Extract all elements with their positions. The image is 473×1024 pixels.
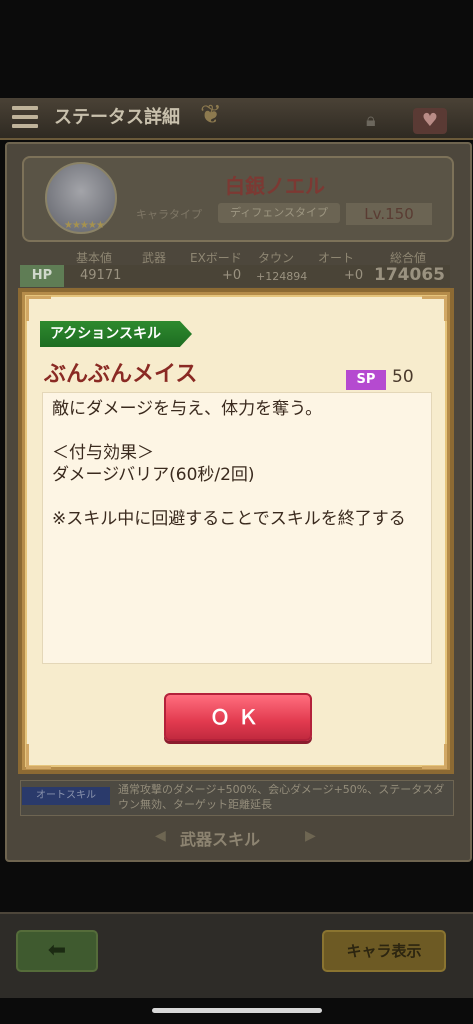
auto-skill-label: オートスキル <box>22 787 110 805</box>
stat-header-weapon: 武器 <box>142 251 167 265</box>
dialog-corner-ornament <box>422 744 447 769</box>
stat-header-total: 総合値 <box>390 251 427 265</box>
hp-base: 49171 <box>80 268 122 283</box>
page-title: ステータス詳細 <box>54 107 180 128</box>
stat-header-auto: オート <box>318 251 355 265</box>
hp-auto: +0 <box>344 268 364 283</box>
weapon-skill-heading: 武器スキル <box>180 830 261 849</box>
hp-label: HP <box>20 265 64 287</box>
dialog-corner-ornament <box>422 296 447 321</box>
hp-town: +124894 <box>256 270 308 283</box>
stat-header-town: タウン <box>258 251 295 265</box>
stat-header-exboard: EXボード <box>190 251 242 265</box>
home-indicator[interactable] <box>152 1008 322 1013</box>
ok-button[interactable]: ＯＫ <box>164 693 312 741</box>
back-button[interactable]: ⬅ <box>16 930 98 972</box>
skill-name: ぶんぶんメイス <box>44 362 198 387</box>
action-skill-tag: アクションスキル <box>40 321 192 347</box>
next-arrow-icon[interactable]: ▶ <box>305 828 316 844</box>
show-character-button[interactable]: キャラ表示 <box>322 930 446 972</box>
character-type-value: ディフェンスタイプ <box>218 203 340 223</box>
sp-value: 50 <box>392 367 414 387</box>
arrow-left-icon: ⬅ <box>47 938 67 963</box>
ornament-icon: ❦ <box>200 100 222 130</box>
stat-header-base: 基本値 <box>76 251 113 265</box>
character-level: Lv.150 <box>346 203 432 225</box>
hp-exboard: +0 <box>222 268 242 283</box>
skill-description: 敵にダメージを与え、体力を奪う。 ＜付与効果＞ ダメージバリア(60秒/2回) … <box>52 399 406 529</box>
menu-icon[interactable] <box>12 106 38 128</box>
lock-icon[interactable]: 🔒︎ <box>366 110 390 134</box>
dialog-corner-ornament <box>26 744 51 769</box>
favorite-heart-icon[interactable]: ♥ <box>413 108 447 134</box>
auto-skill-text: 通常攻撃のダメージ+500%、会心ダメージ+50%、ステータスダウン無効、ターゲ… <box>118 783 445 811</box>
character-name: 白銀ノエル <box>225 174 325 198</box>
sp-badge: SP <box>346 370 386 390</box>
rarity-stars: ★★★★★ <box>64 220 105 231</box>
character-type-label: キャラタイプ <box>136 208 202 221</box>
dialog-corner-ornament <box>26 296 51 321</box>
prev-arrow-icon[interactable]: ◀ <box>155 828 166 844</box>
hp-total: 174065 <box>374 265 445 285</box>
